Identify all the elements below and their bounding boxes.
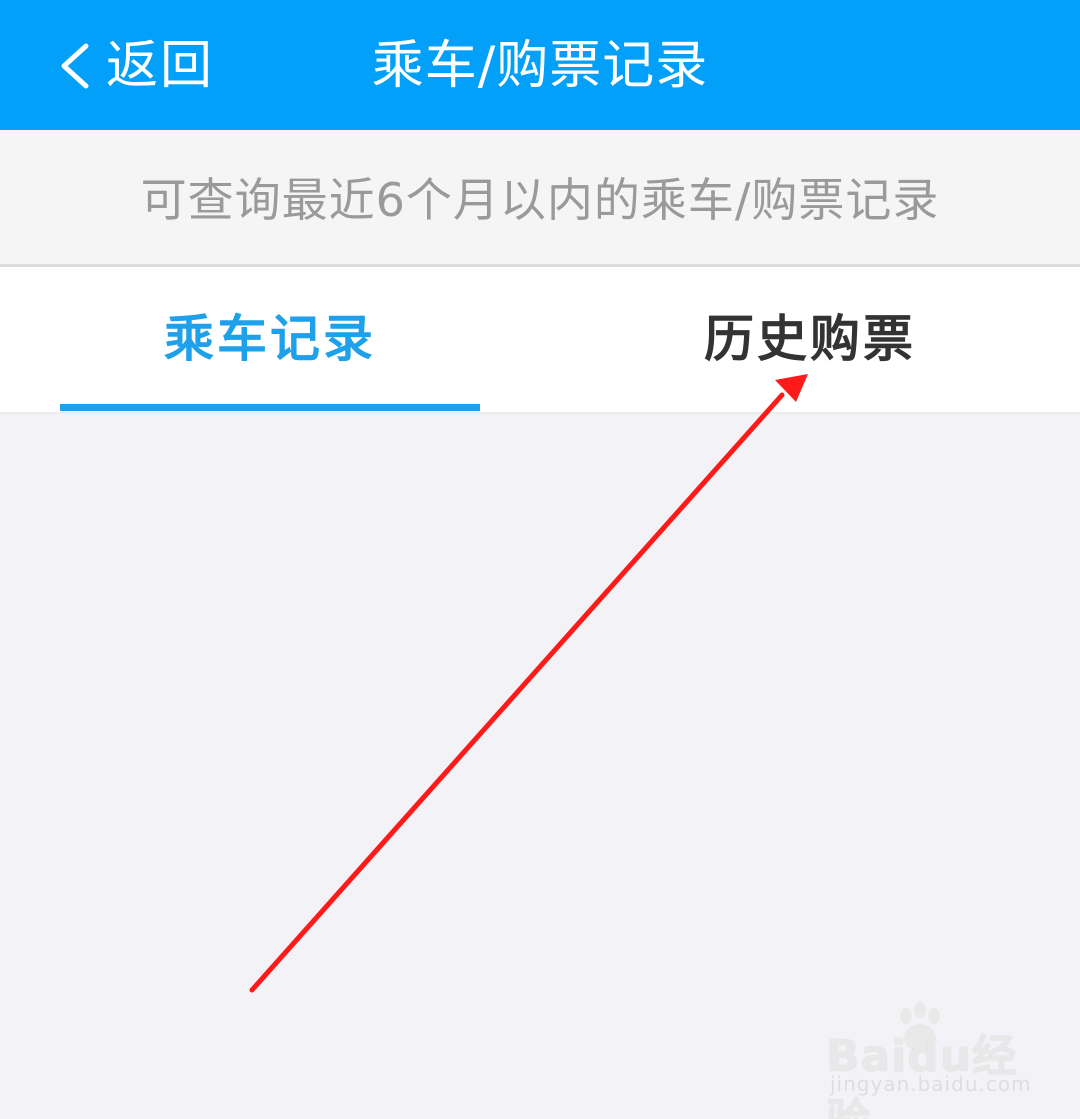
tab-ticket-history-label: 历史购票 (704, 309, 916, 368)
tab-ride-records-label: 乘车记录 (164, 309, 376, 368)
record-tabs: 乘车记录 历史购票 (0, 267, 1080, 414)
page-title: 乘车/购票记录 (371, 36, 709, 96)
active-tab-indicator (60, 404, 480, 411)
watermark-logo: Baidu经验 (826, 1031, 1018, 1119)
tab-ticket-history[interactable]: 历史购票 (540, 267, 1080, 412)
notice-text: 可查询最近6个月以内的乘车/购票记录 (140, 173, 940, 227)
baidu-watermark: Baidu经验 jingyan.baidu.com (826, 1000, 1031, 1119)
tab-ride-records[interactable]: 乘车记录 (0, 267, 540, 412)
top-nav-bar: 返回 乘车/购票记录 (0, 0, 1080, 130)
watermark-url: jingyan.baidu.com (830, 1072, 1032, 1096)
app-screen: 返回 乘车/购票记录 可查询最近6个月以内的乘车/购票记录 乘车记录 历史购票 … (0, 0, 1080, 1119)
notice-banner: 可查询最近6个月以内的乘车/购票记录 (0, 130, 1080, 267)
